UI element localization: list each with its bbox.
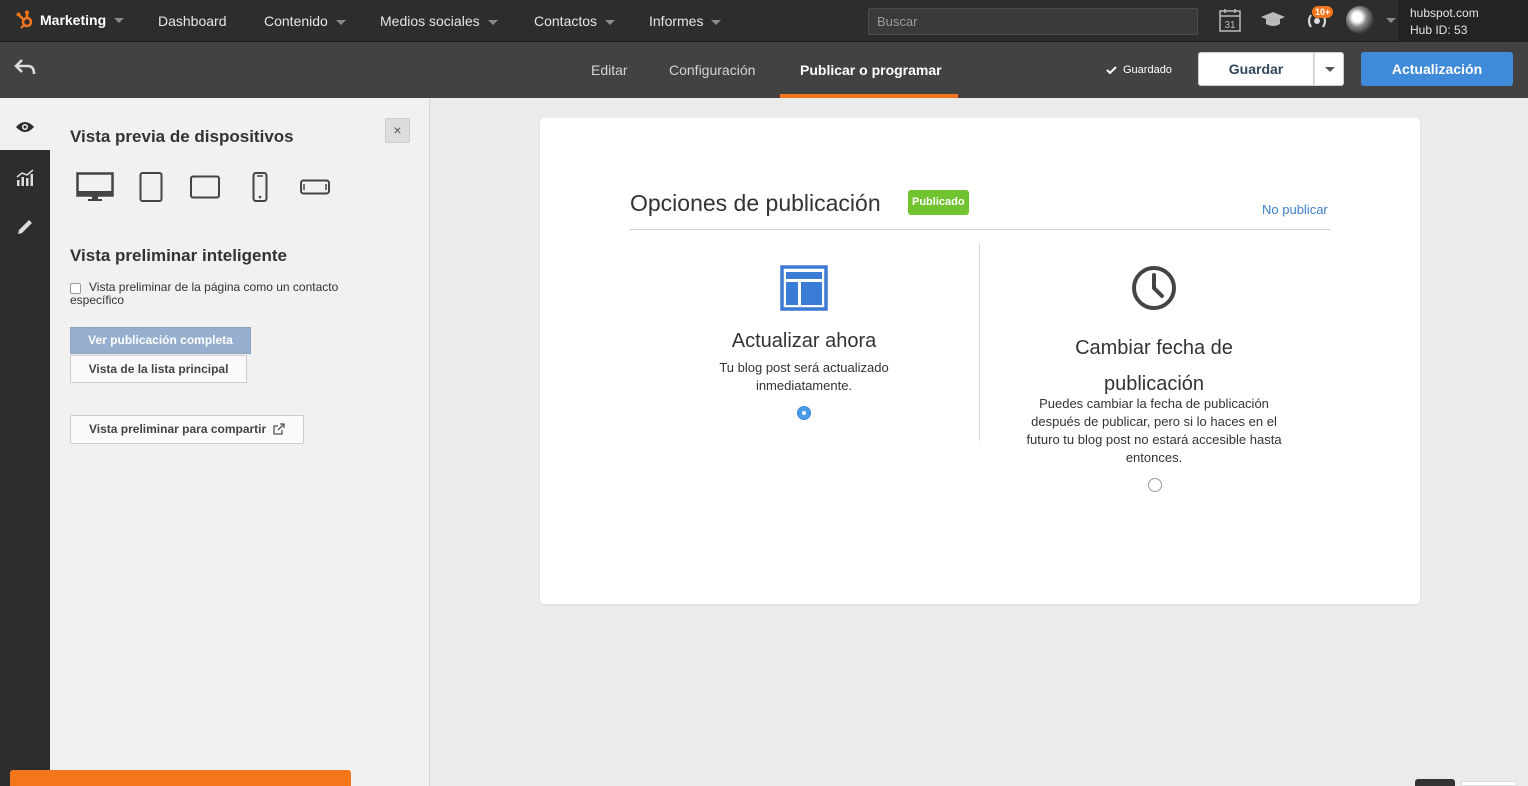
account-switcher[interactable]: hubspot.com Hub ID: 53 — [1398, 0, 1528, 42]
pencil-icon[interactable] — [15, 217, 35, 242]
chevron-down-icon — [335, 19, 346, 25]
saved-status: Guardado — [1106, 64, 1172, 76]
tablet-landscape-icon[interactable] — [190, 175, 220, 204]
analytics-icon[interactable] — [15, 168, 35, 193]
nav-contactos[interactable]: Contactos — [534, 13, 616, 29]
chevron-down-icon[interactable] — [1386, 18, 1396, 23]
chevron-down-icon — [605, 19, 616, 25]
graduation-cap-icon[interactable] — [1260, 11, 1286, 34]
mobile-icon[interactable] — [252, 172, 268, 207]
update-now-radio[interactable] — [797, 406, 811, 420]
device-preview-title: Vista previa de dispositivos — [70, 127, 294, 146]
help-widget[interactable] — [1415, 779, 1455, 786]
tab-publicar[interactable]: Publicar o programar — [800, 62, 942, 78]
share-preview-label: Vista preliminar para compartir — [89, 422, 267, 436]
account-domain: hubspot.com — [1410, 6, 1479, 20]
title-divider — [630, 229, 1330, 230]
change-date-radio[interactable] — [1148, 478, 1162, 492]
brand-label: Marketing — [40, 12, 107, 28]
change-date-heading: Cambiar fecha de publicación — [1075, 337, 1233, 395]
nav-dashboard[interactable]: Dashboard — [158, 13, 227, 29]
update-now-heading: Actualizar ahora — [731, 330, 877, 352]
smart-preview-title: Vista preliminar inteligente — [70, 246, 287, 265]
close-panel-button[interactable]: × — [385, 118, 410, 143]
mobile-landscape-icon[interactable] — [300, 179, 330, 200]
search-input[interactable] — [868, 8, 1198, 35]
notifications-badge: 10+ — [1312, 6, 1334, 18]
nav-medios-sociales[interactable]: Medios sociales — [380, 13, 498, 29]
hubspot-logo-icon — [16, 10, 33, 29]
unpublish-link[interactable]: No publicar — [1262, 202, 1328, 217]
chevron-down-icon — [487, 19, 498, 25]
publish-options-title: Opciones de publicación — [630, 190, 881, 216]
share-preview-button[interactable]: Vista preliminar para compartir — [70, 415, 304, 444]
chevron-down-icon — [114, 17, 125, 23]
nav-contenido[interactable]: Contenido — [264, 13, 346, 29]
back-arrow-icon[interactable] — [14, 58, 36, 81]
clock-icon — [1131, 265, 1177, 316]
chevron-down-icon — [711, 19, 722, 25]
save-button[interactable]: Guardar — [1198, 52, 1314, 86]
external-link-icon — [273, 423, 285, 435]
desktop-icon[interactable] — [76, 172, 114, 207]
layout-icon — [780, 265, 828, 316]
brand-menu[interactable]: Marketing — [16, 10, 125, 30]
contact-preview-label: Vista preliminar de la página como un co… — [70, 280, 339, 307]
options-divider — [979, 243, 980, 441]
bottom-action-bar[interactable] — [10, 770, 351, 786]
chat-widget[interactable] — [1461, 781, 1517, 786]
hub-id: Hub ID: 53 — [1410, 23, 1468, 37]
view-full-post-button[interactable]: Ver publicación completa — [70, 327, 251, 354]
save-dropdown-button[interactable] — [1314, 52, 1344, 86]
avatar[interactable] — [1346, 6, 1374, 34]
top-nav-content: Marketing Dashboard Contenido Medios soc… — [0, 0, 1528, 42]
eye-icon[interactable] — [15, 120, 35, 139]
calendar-icon[interactable]: 31 — [1219, 8, 1241, 37]
chevron-down-icon — [1325, 67, 1335, 72]
tab-configuracion[interactable]: Configuración — [669, 62, 755, 78]
tablet-icon[interactable] — [139, 172, 163, 207]
update-now-description: Tu blog post será actualizado inmediatam… — [719, 360, 889, 393]
close-icon: × — [393, 122, 402, 138]
active-tab-indicator — [780, 94, 958, 98]
change-date-description: Puedes cambiar la fecha de publicación d… — [1026, 396, 1282, 465]
view-main-list-button[interactable]: Vista de la lista principal — [70, 355, 247, 383]
update-button[interactable]: Actualización — [1361, 52, 1513, 86]
left-rail — [0, 98, 50, 786]
nav-informes[interactable]: Informes — [649, 13, 722, 29]
tab-editar[interactable]: Editar — [591, 62, 628, 78]
svg-text:31: 31 — [1224, 20, 1236, 31]
status-badge: Publicado — [908, 190, 969, 215]
check-icon — [1106, 65, 1117, 74]
